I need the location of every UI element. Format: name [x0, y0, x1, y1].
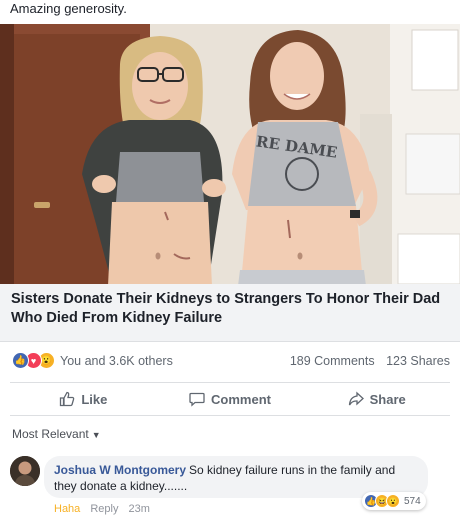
comments-count[interactable]: 189 Comments — [290, 354, 375, 368]
post-caption: Amazing generosity. — [10, 1, 127, 16]
comment-reply-link[interactable]: Reply — [90, 503, 118, 515]
share-button[interactable]: Share — [303, 383, 450, 415]
comment-haha-link[interactable]: Haha — [54, 503, 80, 515]
comment-time[interactable]: 23m — [129, 503, 150, 515]
photo-illustration: RE DAME — [0, 24, 460, 284]
wow-icon: 😮 — [386, 494, 400, 508]
like-label: Like — [81, 391, 108, 407]
comment-icon — [189, 392, 205, 407]
link-preview[interactable]: Sisters Donate Their Kidneys to Stranger… — [0, 284, 460, 342]
avatar[interactable] — [10, 456, 40, 486]
share-icon — [348, 391, 364, 406]
link-title[interactable]: Sisters Donate Their Kidneys to Stranger… — [11, 290, 451, 328]
comment-author[interactable]: Joshua W Montgomery — [54, 463, 186, 477]
comment-reaction-count: 574 — [404, 495, 421, 507]
thumbs-up-icon — [60, 391, 75, 407]
comment-sort-dropdown[interactable]: Most Relevant ▼ — [12, 427, 101, 441]
chevron-down-icon: ▼ — [91, 430, 101, 440]
action-bar: Like Comment Share — [10, 382, 450, 416]
comment-actions: Haha Reply 23m — [54, 503, 157, 515]
sort-label: Most Relevant — [12, 427, 89, 441]
like-icon: 👍 — [12, 352, 29, 369]
share-label: Share — [369, 391, 406, 407]
avatar-image — [10, 456, 40, 486]
like-button[interactable]: Like — [10, 383, 157, 415]
comment-button[interactable]: Comment — [157, 383, 304, 415]
post-stats: 👍 ♥ 😮 You and 3.6K others 189 Comments 1… — [0, 350, 460, 372]
comment-label: Comment — [211, 391, 271, 407]
comment-reaction-summary[interactable]: 👍 😆 😮 574 — [362, 492, 426, 510]
post-photo[interactable]: RE DAME — [0, 24, 460, 284]
reactions-count[interactable]: You and 3.6K others — [60, 354, 173, 368]
shares-count[interactable]: 123 Shares — [386, 354, 450, 368]
